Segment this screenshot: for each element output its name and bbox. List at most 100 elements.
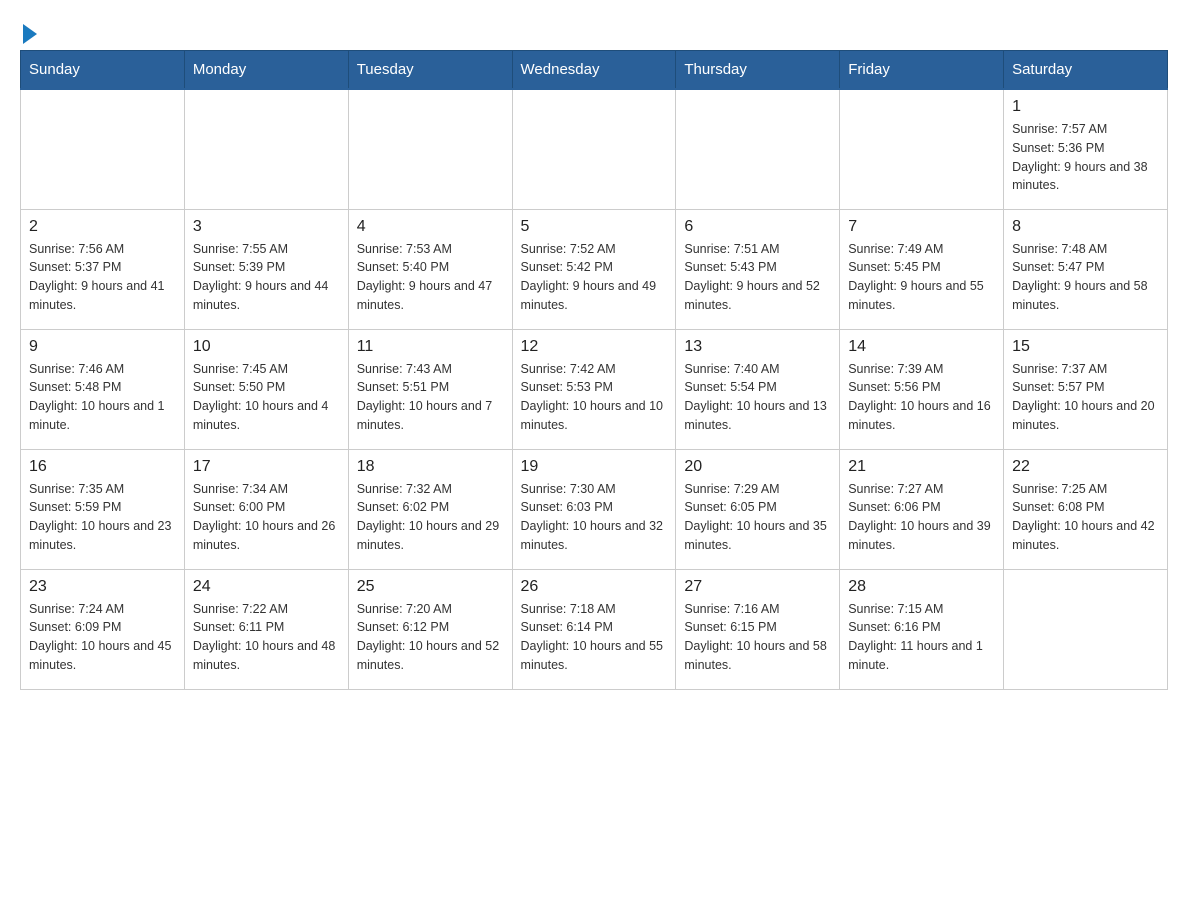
day-header-monday: Monday (184, 51, 348, 90)
day-info: Sunrise: 7:34 AM Sunset: 6:00 PM Dayligh… (193, 480, 340, 555)
calendar-cell: 13 Sunrise: 7:40 AM Sunset: 5:54 PM Dayli… (676, 329, 840, 449)
day-info: Sunrise: 7:52 AM Sunset: 5:42 PM Dayligh… (521, 240, 668, 315)
week-row-1: 1 Sunrise: 7:57 AM Sunset: 5:36 PM Daylig… (21, 89, 1168, 209)
day-number: 17 (193, 458, 340, 476)
day-info: Sunrise: 7:57 AM Sunset: 5:36 PM Dayligh… (1012, 120, 1159, 195)
calendar-cell: 1 Sunrise: 7:57 AM Sunset: 5:36 PM Daylig… (1004, 89, 1168, 209)
day-header-tuesday: Tuesday (348, 51, 512, 90)
calendar-cell: 20 Sunrise: 7:29 AM Sunset: 6:05 PM Dayli… (676, 449, 840, 569)
day-info: Sunrise: 7:25 AM Sunset: 6:08 PM Dayligh… (1012, 480, 1159, 555)
calendar-cell: 3 Sunrise: 7:55 AM Sunset: 5:39 PM Daylig… (184, 209, 348, 329)
day-number: 25 (357, 578, 504, 596)
calendar-cell: 21Sunrise: 7:27 AM Sunset: 6:06 PM Dayli… (840, 449, 1004, 569)
calendar-cell (21, 89, 185, 209)
day-number: 3 (193, 218, 340, 236)
calendar-cell (512, 89, 676, 209)
day-info: Sunrise: 7:24 AM Sunset: 6:09 PM Dayligh… (29, 600, 176, 675)
calendar-cell: 24 Sunrise: 7:22 AM Sunset: 6:11 PM Dayli… (184, 569, 348, 689)
day-info: Sunrise: 7:15 AM Sunset: 6:16 PM Dayligh… (848, 600, 995, 675)
day-info: Sunrise: 7:40 AM Sunset: 5:54 PM Dayligh… (684, 360, 831, 435)
calendar-cell: 26 Sunrise: 7:18 AM Sunset: 6:14 PM Dayli… (512, 569, 676, 689)
day-header-sunday: Sunday (21, 51, 185, 90)
calendar-cell: 17 Sunrise: 7:34 AM Sunset: 6:00 PM Dayli… (184, 449, 348, 569)
calendar-cell: 2 Sunrise: 7:56 AM Sunset: 5:37 PM Daylig… (21, 209, 185, 329)
calendar-cell: 19 Sunrise: 7:30 AM Sunset: 6:03 PM Dayli… (512, 449, 676, 569)
day-number: 9 (29, 338, 176, 356)
logo-arrow-icon (23, 24, 37, 44)
calendar-cell: 5 Sunrise: 7:52 AM Sunset: 5:42 PM Daylig… (512, 209, 676, 329)
calendar-cell: 18 Sunrise: 7:32 AM Sunset: 6:02 PM Dayli… (348, 449, 512, 569)
day-info: Sunrise: 7:18 AM Sunset: 6:14 PM Dayligh… (521, 600, 668, 675)
day-number: 2 (29, 218, 176, 236)
day-number: 1 (1012, 98, 1159, 116)
calendar-cell (676, 89, 840, 209)
calendar-cell: 4 Sunrise: 7:53 AM Sunset: 5:40 PM Daylig… (348, 209, 512, 329)
day-info: Sunrise: 7:30 AM Sunset: 6:03 PM Dayligh… (521, 480, 668, 555)
week-row-5: 23 Sunrise: 7:24 AM Sunset: 6:09 PM Dayli… (21, 569, 1168, 689)
calendar-cell: 23 Sunrise: 7:24 AM Sunset: 6:09 PM Dayli… (21, 569, 185, 689)
day-info: Sunrise: 7:51 AM Sunset: 5:43 PM Dayligh… (684, 240, 831, 315)
calendar-cell (184, 89, 348, 209)
day-header-thursday: Thursday (676, 51, 840, 90)
day-number: 14 (848, 338, 995, 356)
calendar-cell: 10Sunrise: 7:45 AM Sunset: 5:50 PM Dayli… (184, 329, 348, 449)
calendar-cell: 11 Sunrise: 7:43 AM Sunset: 5:51 PM Dayli… (348, 329, 512, 449)
week-row-2: 2 Sunrise: 7:56 AM Sunset: 5:37 PM Daylig… (21, 209, 1168, 329)
day-header-wednesday: Wednesday (512, 51, 676, 90)
day-number: 15 (1012, 338, 1159, 356)
calendar-cell (348, 89, 512, 209)
day-number: 18 (357, 458, 504, 476)
week-row-4: 16 Sunrise: 7:35 AM Sunset: 5:59 PM Dayli… (21, 449, 1168, 569)
day-header-friday: Friday (840, 51, 1004, 90)
day-number: 16 (29, 458, 176, 476)
day-info: Sunrise: 7:45 AM Sunset: 5:50 PM Dayligh… (193, 360, 340, 435)
day-number: 19 (521, 458, 668, 476)
day-info: Sunrise: 7:46 AM Sunset: 5:48 PM Dayligh… (29, 360, 176, 435)
day-number: 26 (521, 578, 668, 596)
day-number: 8 (1012, 218, 1159, 236)
calendar-cell: 22 Sunrise: 7:25 AM Sunset: 6:08 PM Dayli… (1004, 449, 1168, 569)
day-info: Sunrise: 7:55 AM Sunset: 5:39 PM Dayligh… (193, 240, 340, 315)
day-number: 28 (848, 578, 995, 596)
day-number: 21 (848, 458, 995, 476)
calendar-cell: 15 Sunrise: 7:37 AM Sunset: 5:57 PM Dayli… (1004, 329, 1168, 449)
week-row-3: 9 Sunrise: 7:46 AM Sunset: 5:48 PM Daylig… (21, 329, 1168, 449)
calendar-cell: 12Sunrise: 7:42 AM Sunset: 5:53 PM Dayli… (512, 329, 676, 449)
day-number: 13 (684, 338, 831, 356)
day-info: Sunrise: 7:22 AM Sunset: 6:11 PM Dayligh… (193, 600, 340, 675)
day-number: 5 (521, 218, 668, 236)
calendar-cell: 25 Sunrise: 7:20 AM Sunset: 6:12 PM Dayli… (348, 569, 512, 689)
calendar-table: SundayMondayTuesdayWednesdayThursdayFrid… (20, 50, 1168, 690)
day-number: 11 (357, 338, 504, 356)
logo (20, 20, 37, 40)
day-info: Sunrise: 7:56 AM Sunset: 5:37 PM Dayligh… (29, 240, 176, 315)
calendar-cell: 8 Sunrise: 7:48 AM Sunset: 5:47 PM Daylig… (1004, 209, 1168, 329)
day-info: Sunrise: 7:48 AM Sunset: 5:47 PM Dayligh… (1012, 240, 1159, 315)
calendar-cell: 16 Sunrise: 7:35 AM Sunset: 5:59 PM Dayli… (21, 449, 185, 569)
day-info: Sunrise: 7:39 AM Sunset: 5:56 PM Dayligh… (848, 360, 995, 435)
day-number: 20 (684, 458, 831, 476)
day-info: Sunrise: 7:35 AM Sunset: 5:59 PM Dayligh… (29, 480, 176, 555)
day-info: Sunrise: 7:16 AM Sunset: 6:15 PM Dayligh… (684, 600, 831, 675)
day-info: Sunrise: 7:32 AM Sunset: 6:02 PM Dayligh… (357, 480, 504, 555)
calendar-cell: 27Sunrise: 7:16 AM Sunset: 6:15 PM Dayli… (676, 569, 840, 689)
calendar-header-row: SundayMondayTuesdayWednesdayThursdayFrid… (21, 51, 1168, 90)
day-info: Sunrise: 7:29 AM Sunset: 6:05 PM Dayligh… (684, 480, 831, 555)
day-info: Sunrise: 7:43 AM Sunset: 5:51 PM Dayligh… (357, 360, 504, 435)
calendar-cell: 6 Sunrise: 7:51 AM Sunset: 5:43 PM Daylig… (676, 209, 840, 329)
day-info: Sunrise: 7:49 AM Sunset: 5:45 PM Dayligh… (848, 240, 995, 315)
day-number: 12 (521, 338, 668, 356)
calendar-cell (1004, 569, 1168, 689)
day-info: Sunrise: 7:53 AM Sunset: 5:40 PM Dayligh… (357, 240, 504, 315)
calendar-cell: 28 Sunrise: 7:15 AM Sunset: 6:16 PM Dayli… (840, 569, 1004, 689)
day-number: 24 (193, 578, 340, 596)
day-number: 7 (848, 218, 995, 236)
day-number: 23 (29, 578, 176, 596)
day-number: 22 (1012, 458, 1159, 476)
day-info: Sunrise: 7:20 AM Sunset: 6:12 PM Dayligh… (357, 600, 504, 675)
day-number: 6 (684, 218, 831, 236)
day-info: Sunrise: 7:37 AM Sunset: 5:57 PM Dayligh… (1012, 360, 1159, 435)
calendar-cell: 14 Sunrise: 7:39 AM Sunset: 5:56 PM Dayli… (840, 329, 1004, 449)
day-number: 4 (357, 218, 504, 236)
calendar-cell: 7 Sunrise: 7:49 AM Sunset: 5:45 PM Daylig… (840, 209, 1004, 329)
